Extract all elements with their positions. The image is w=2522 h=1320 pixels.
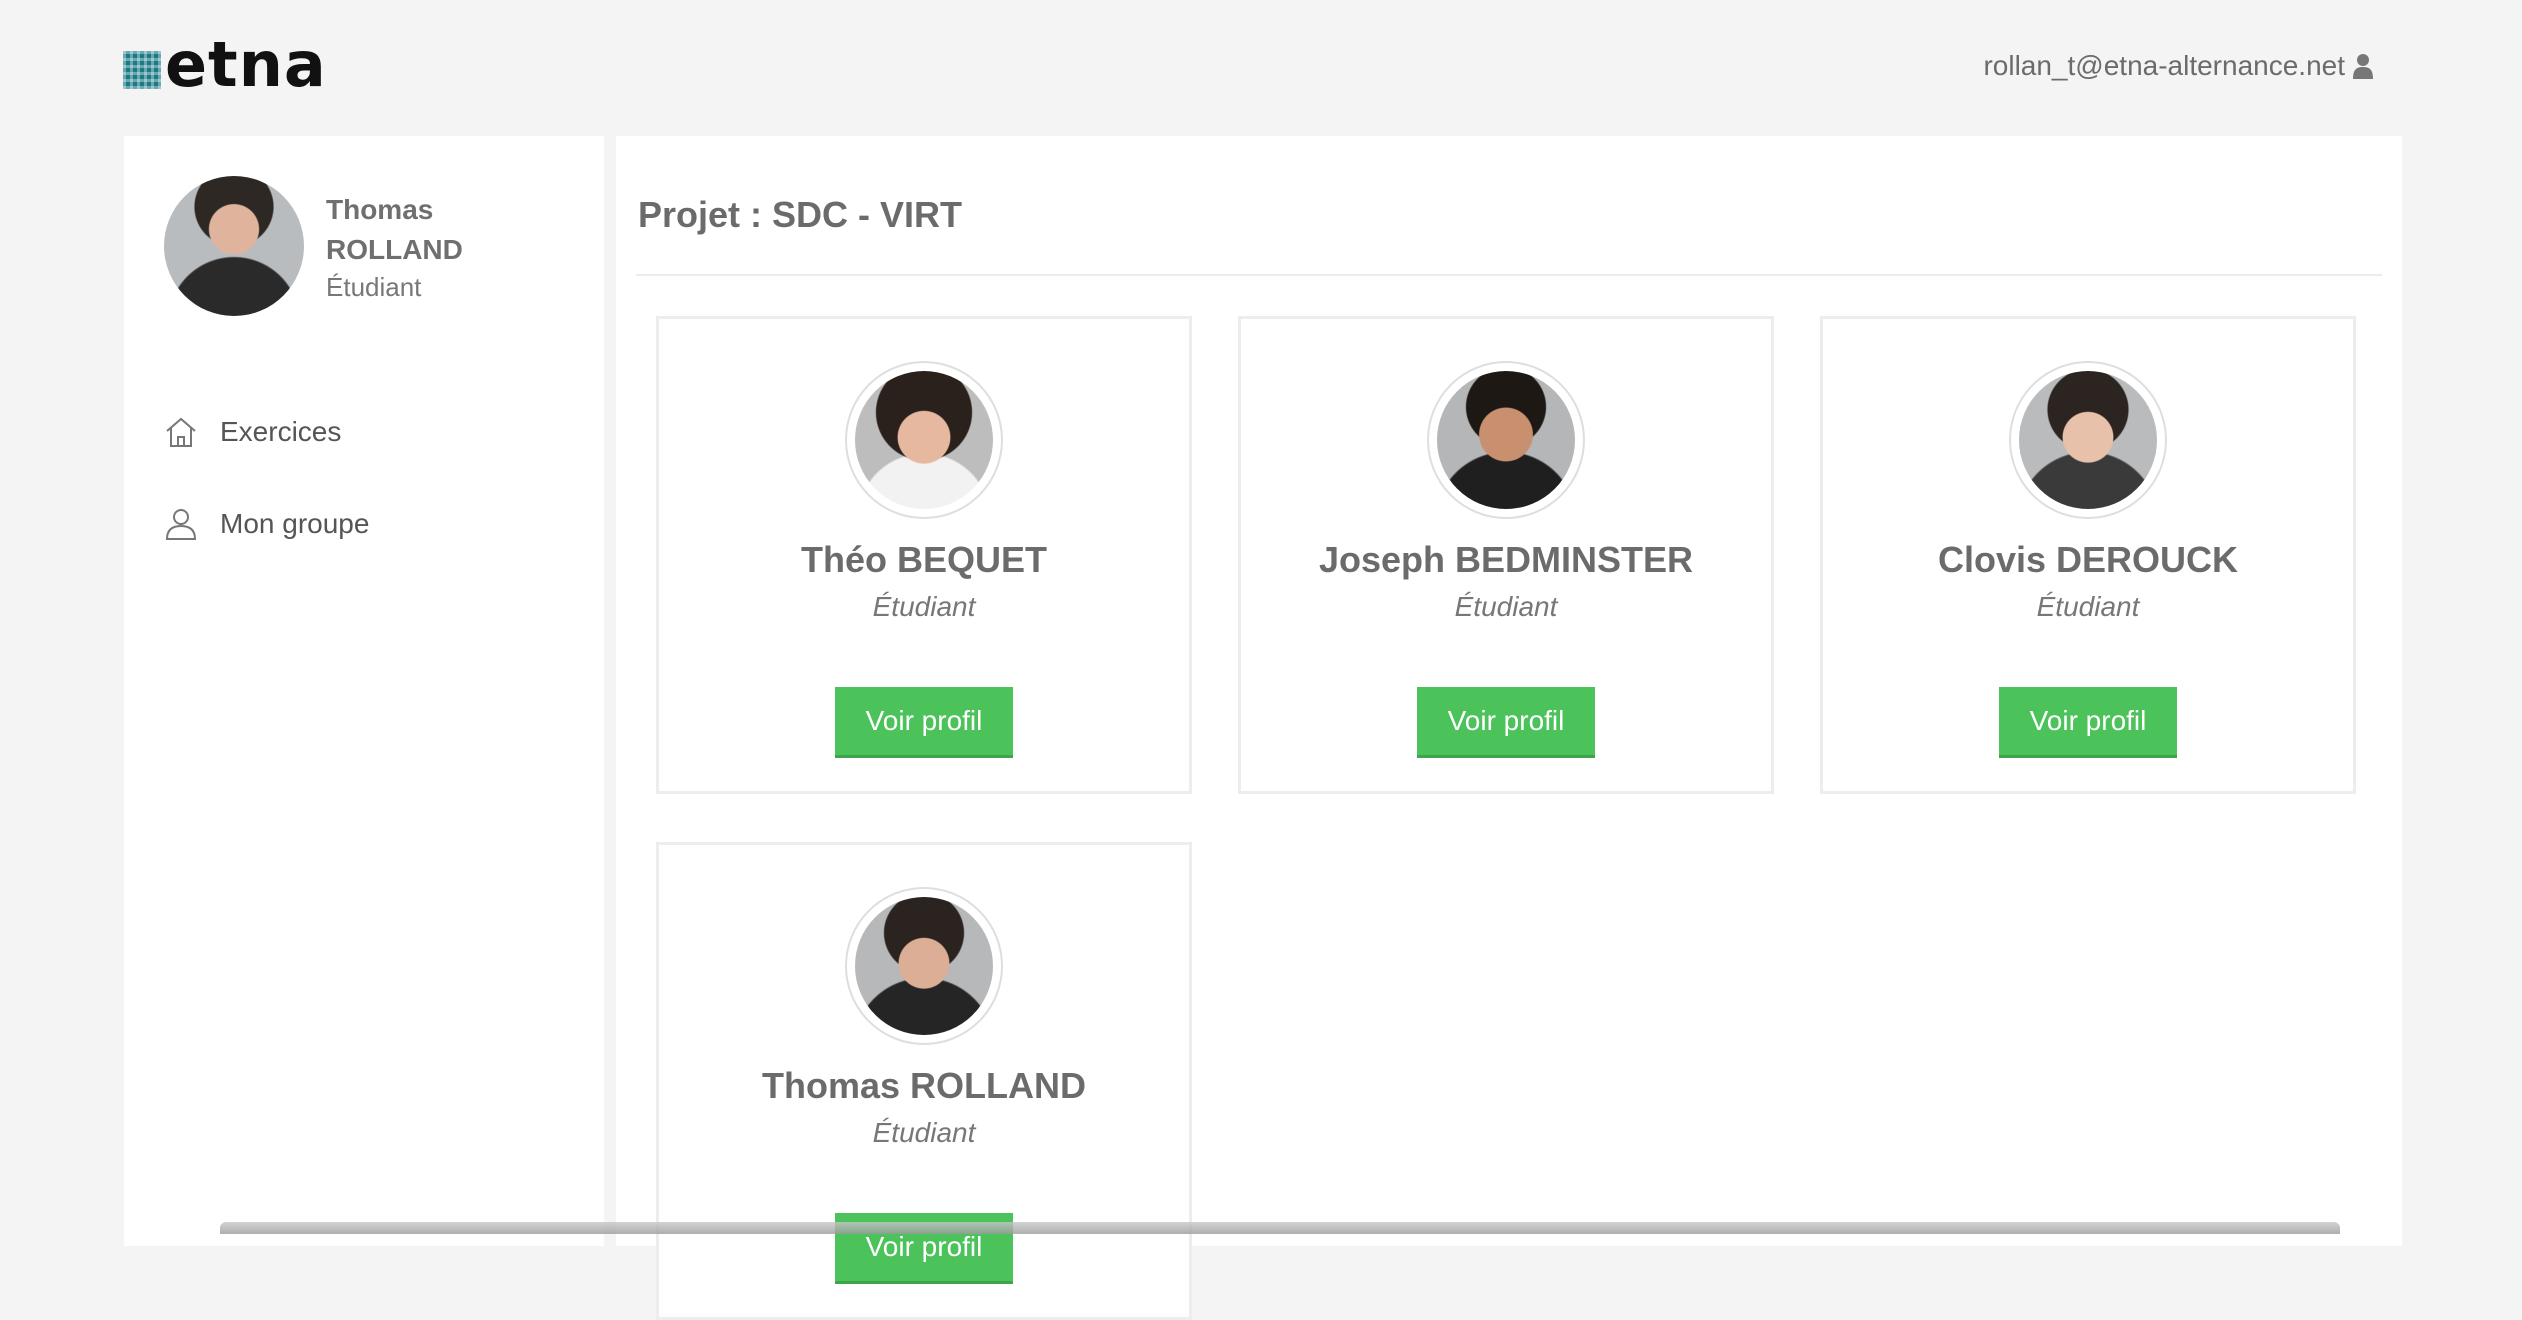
- divider: [636, 274, 2382, 276]
- member-role: Étudiant: [2036, 591, 2140, 622]
- home-icon: [166, 417, 196, 447]
- voir-profil-button[interactable]: Voir profil: [835, 687, 1013, 758]
- member-card: Thomas ROLLAND Étudiant Voir profil: [656, 842, 1192, 1320]
- window-edge: [220, 1222, 2340, 1234]
- sidebar-profile: Thomas ROLLAND Étudiant: [164, 176, 486, 316]
- logo-mark-icon: [123, 51, 161, 89]
- voir-profil-button[interactable]: Voir profil: [1417, 687, 1595, 758]
- user-email: rollan_t@etna-alternance.net: [1983, 50, 2345, 81]
- member-card: Joseph BEDMINSTER Étudiant Voir profil: [1238, 316, 1774, 794]
- member-name: Théo BEQUET: [800, 539, 1047, 580]
- profile-name: Thomas ROLLAND: [326, 194, 463, 265]
- etna-logo[interactable]: etna: [123, 34, 327, 96]
- member-photo: [845, 887, 1003, 1045]
- main-content: Projet : SDC - VIRT Théo BEQUET Étudiant…: [616, 136, 2402, 1320]
- member-photo: [1427, 361, 1585, 519]
- sidebar-item-exercices[interactable]: Exercices: [164, 386, 369, 478]
- member-card: Théo BEQUET Étudiant Voir profil: [656, 316, 1192, 794]
- member-photo: [2009, 361, 2167, 519]
- sidebar-item-label: Exercices: [220, 416, 342, 447]
- sidebar-item-label: Mon groupe: [220, 508, 370, 539]
- avatar: [164, 176, 304, 316]
- profile-role: Étudiant: [326, 272, 422, 302]
- user-menu[interactable]: rollan_t@etna-alternance.net: [1983, 50, 2373, 82]
- member-role: Étudiant: [872, 1117, 976, 1148]
- member-name: Joseph BEDMINSTER: [1318, 539, 1694, 580]
- user-icon: [165, 509, 197, 540]
- member-name: Clovis DEROUCK: [1937, 539, 2239, 580]
- sidebar-item-mon-groupe[interactable]: Mon groupe: [164, 478, 369, 570]
- member-photo: [845, 361, 1003, 519]
- logo-text: etna: [165, 28, 327, 101]
- sidebar: Thomas ROLLAND Étudiant Exercices Mon gr…: [124, 136, 604, 1246]
- voir-profil-button[interactable]: Voir profil: [1999, 687, 2177, 758]
- member-role: Étudiant: [872, 591, 976, 622]
- user-icon: [2353, 54, 2373, 79]
- sidebar-nav: Exercices Mon groupe: [164, 386, 369, 570]
- member-role: Étudiant: [1454, 591, 1558, 622]
- member-card: Clovis DEROUCK Étudiant Voir profil: [1820, 316, 2356, 794]
- member-name: Thomas ROLLAND: [762, 1065, 1086, 1106]
- page-title: Projet : SDC - VIRT: [638, 194, 963, 235]
